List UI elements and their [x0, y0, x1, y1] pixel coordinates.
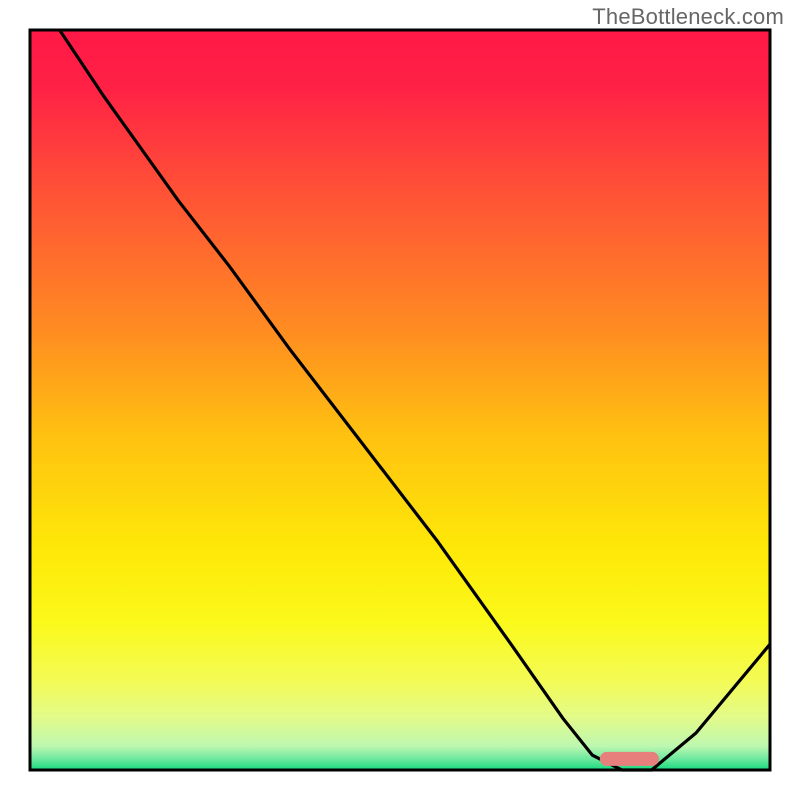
minimum-marker — [600, 752, 659, 766]
bottleneck-chart — [0, 0, 800, 800]
plot-background — [30, 30, 770, 770]
watermark-text: TheBottleneck.com — [592, 4, 784, 30]
chart-container: TheBottleneck.com — [0, 0, 800, 800]
